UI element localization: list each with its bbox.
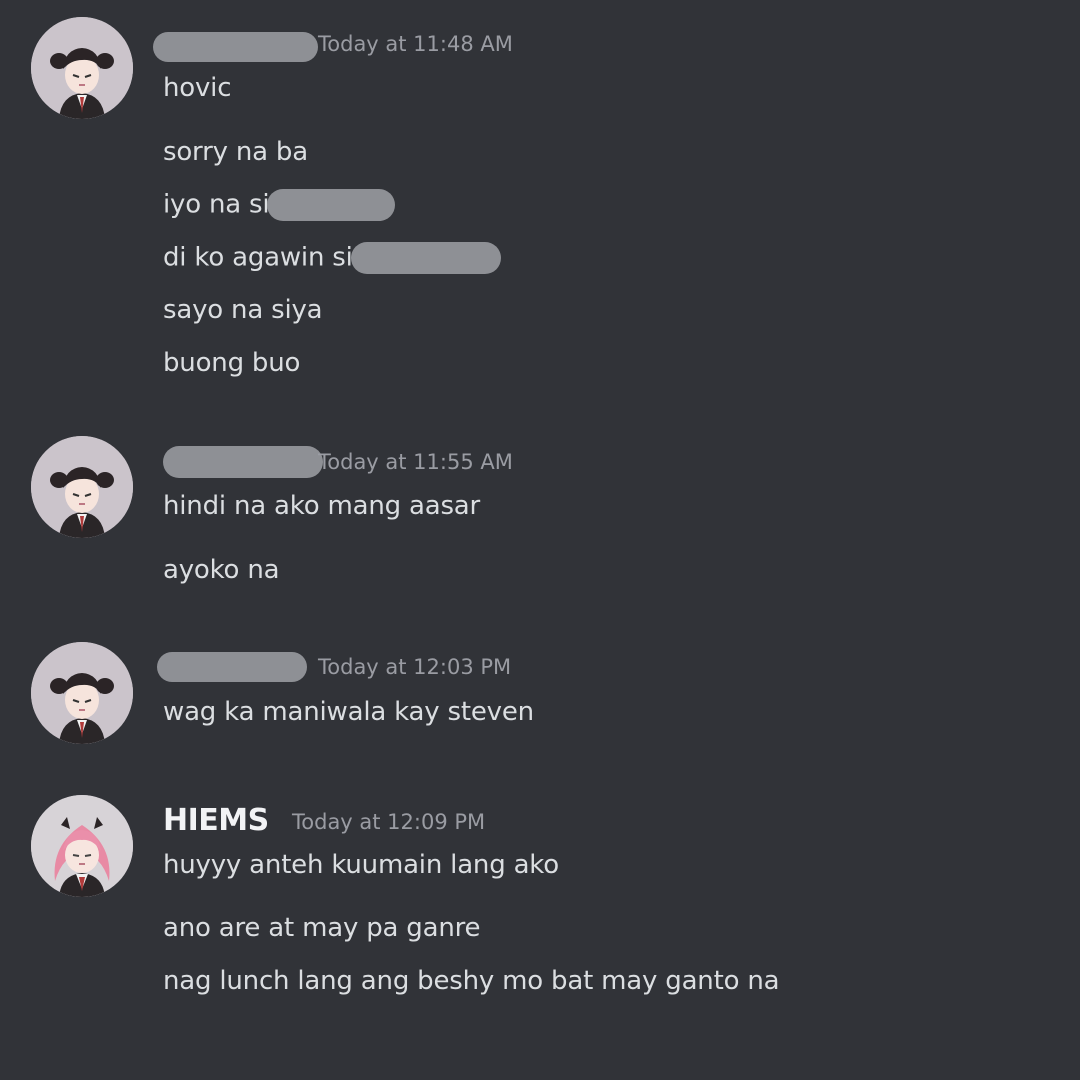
girl-black-hair-avatar-icon [31,642,133,744]
user-avatar[interactable] [31,436,133,538]
message-text[interactable]: di ko agawin si [163,242,501,274]
message-text-content: iyo na si [163,189,270,220]
user-avatar[interactable] [31,17,133,119]
user-avatar[interactable] [31,795,133,897]
message-header: HIEMS Today at 12:09 PM [163,803,763,839]
message-text[interactable]: hovic [163,73,231,103]
redacted-username [157,652,307,682]
redacted-username [163,446,323,478]
message-header: Today at 11:48 AM [153,32,763,68]
message-text[interactable]: sayo na siya [163,295,323,325]
message-text[interactable]: iyo na si [163,189,396,221]
girl-black-hair-avatar-icon [31,17,133,119]
girl-black-hair-avatar-icon [31,436,133,538]
message-text[interactable]: hindi na ako mang aasar [163,491,480,521]
message-timestamp[interactable]: Today at 11:55 AM [318,450,513,474]
message-header: Today at 12:03 PM [157,652,763,691]
message-timestamp[interactable]: Today at 11:48 AM [318,32,513,56]
message-text[interactable]: nag lunch lang ang beshy mo bat may gant… [163,966,780,996]
redacted-username [153,32,318,62]
author-name[interactable]: HIEMS [163,803,269,838]
message-timestamp[interactable]: Today at 12:09 PM [292,810,485,834]
message-text[interactable]: buong buo [163,348,300,378]
redacted-name [267,189,396,221]
user-avatar[interactable] [31,642,133,744]
chat-message-list: Today at 11:48 AM hovic sorry na ba iyo … [0,0,1080,1080]
girl-pink-hair-avatar-icon [31,795,133,897]
message-timestamp[interactable]: Today at 12:03 PM [318,655,511,679]
message-text[interactable]: huyyy anteh kuumain lang ako [163,850,559,880]
message-text[interactable]: ano are at may pa ganre [163,913,481,943]
redacted-name [350,242,501,274]
message-text[interactable]: wag ka maniwala kay steven [163,697,534,727]
message-text[interactable]: ayoko na [163,555,280,585]
message-text[interactable]: sorry na ba [163,137,308,167]
message-text-content: di ko agawin si [163,242,353,273]
message-header: Today at 11:55 AM [163,446,763,486]
